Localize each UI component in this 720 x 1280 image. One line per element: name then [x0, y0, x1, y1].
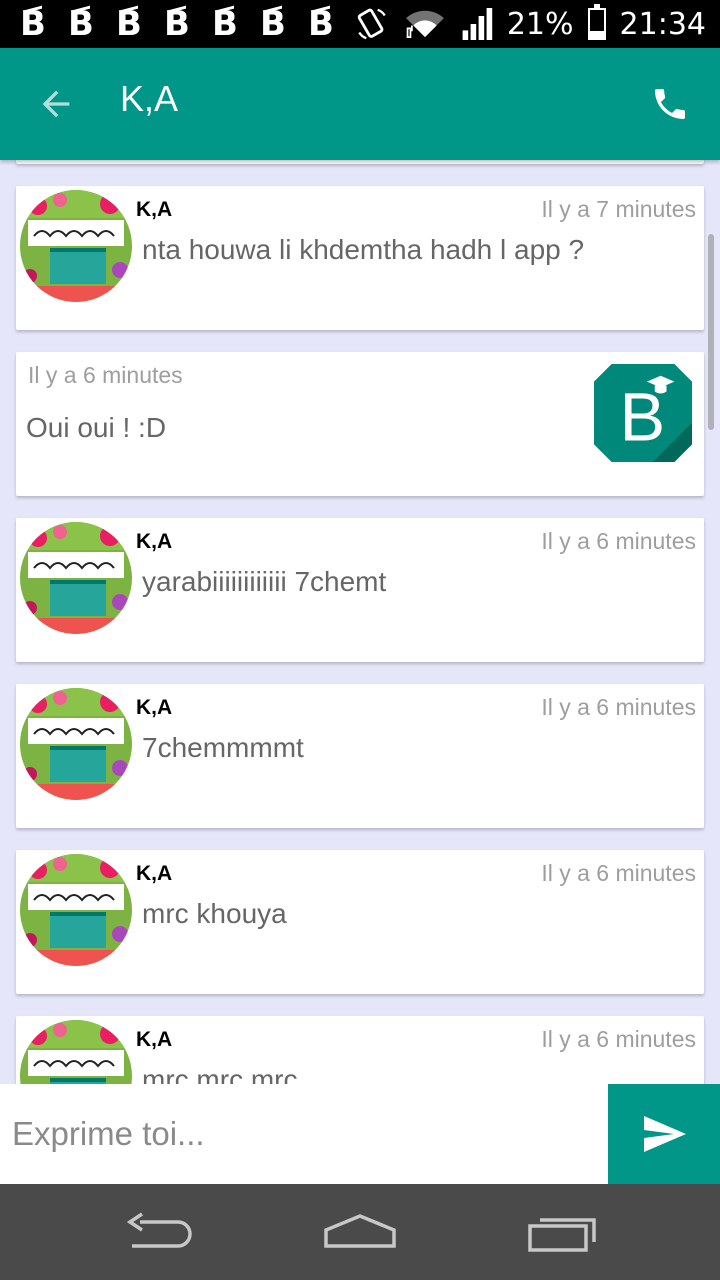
scrollbar[interactable] — [708, 234, 714, 430]
message-list[interactable]: K,A Il y a 7 minutes nta houwa li khdemt… — [0, 160, 720, 1084]
message-card[interactable]: K,A Il y a 7 minutes nta houwa li khdemt… — [16, 186, 704, 330]
app-notification-icon: B — [308, 0, 356, 48]
send-button[interactable] — [608, 1084, 720, 1184]
page-title: K,A — [120, 78, 179, 119]
sender-name: K,A — [136, 1028, 173, 1051]
phone-icon[interactable] — [650, 84, 690, 124]
sender-name: K,A — [136, 862, 173, 885]
clock: 21:34 — [619, 6, 706, 42]
message-time: Il y a 6 minutes — [541, 860, 696, 886]
message-time: Il y a 7 minutes — [541, 196, 696, 222]
avatar[interactable] — [20, 190, 132, 302]
message-text: nta houwa li khdemtha hadh l app ? — [142, 234, 585, 265]
app-notification-icon: B — [260, 0, 308, 48]
system-nav-bar — [0, 1184, 720, 1280]
app-notification-icon: B — [164, 0, 212, 48]
list-item — [16, 160, 704, 164]
app-notification-icon: B — [212, 0, 260, 48]
sender-name: K,A — [136, 696, 173, 719]
message-card[interactable]: K,A Il y a 6 minutes yarabiiiiiiiiiiii 7… — [16, 518, 704, 662]
message-card[interactable]: K,A Il y a 6 minutes mrc khouya — [16, 850, 704, 994]
app-notification-icon: B — [20, 0, 68, 48]
message-time: Il y a 6 minutes — [541, 528, 696, 554]
message-text: mrc khouya — [142, 898, 287, 929]
sender-name: K,A — [136, 530, 173, 553]
screen-rotation-icon — [357, 8, 386, 40]
battery-icon — [587, 4, 606, 40]
message-time: Il y a 6 minutes — [541, 694, 696, 720]
message-card[interactable]: Il y a 6 minutes Oui oui ! :D B — [16, 352, 704, 496]
message-text: Oui oui ! :D — [26, 412, 167, 443]
message-composer — [0, 1084, 720, 1184]
message-time: Il y a 6 minutes — [541, 1026, 696, 1052]
avatar[interactable] — [20, 1020, 132, 1084]
avatar[interactable] — [20, 688, 132, 800]
app-notification-icon: B — [68, 0, 116, 48]
avatar[interactable] — [20, 522, 132, 634]
message-time: Il y a 6 minutes — [28, 362, 183, 388]
status-bar: B B B B B B B 21% 21:34 — [0, 0, 720, 48]
sender-name: K,A — [136, 198, 173, 221]
message-text: 7chemmmmt — [142, 732, 304, 763]
back-nav-icon[interactable] — [120, 1208, 200, 1256]
message-card[interactable]: K,A Il y a 6 minutes 7chemmmmt — [16, 684, 704, 828]
recents-nav-icon[interactable] — [522, 1208, 602, 1256]
home-nav-icon[interactable] — [320, 1208, 400, 1256]
message-text: yarabiiiiiiiiiiii 7chemt — [142, 566, 387, 597]
app-logo-avatar[interactable]: B — [594, 364, 692, 462]
message-input[interactable] — [0, 1084, 608, 1184]
wifi-icon — [405, 10, 444, 38]
app-notification-icon: B — [116, 0, 164, 48]
avatar[interactable] — [20, 854, 132, 966]
notification-icons: B B B B B B B — [0, 0, 356, 48]
app-bar: K,A — [0, 48, 720, 160]
message-card[interactable]: K,A Il y a 6 minutes mrc mrc mrc — [16, 1016, 704, 1084]
message-text: mrc mrc mrc — [142, 1064, 298, 1084]
signal-icon — [462, 8, 493, 40]
send-icon — [644, 1116, 686, 1152]
back-arrow-icon[interactable] — [36, 84, 76, 124]
battery-percent: 21% — [506, 6, 574, 42]
